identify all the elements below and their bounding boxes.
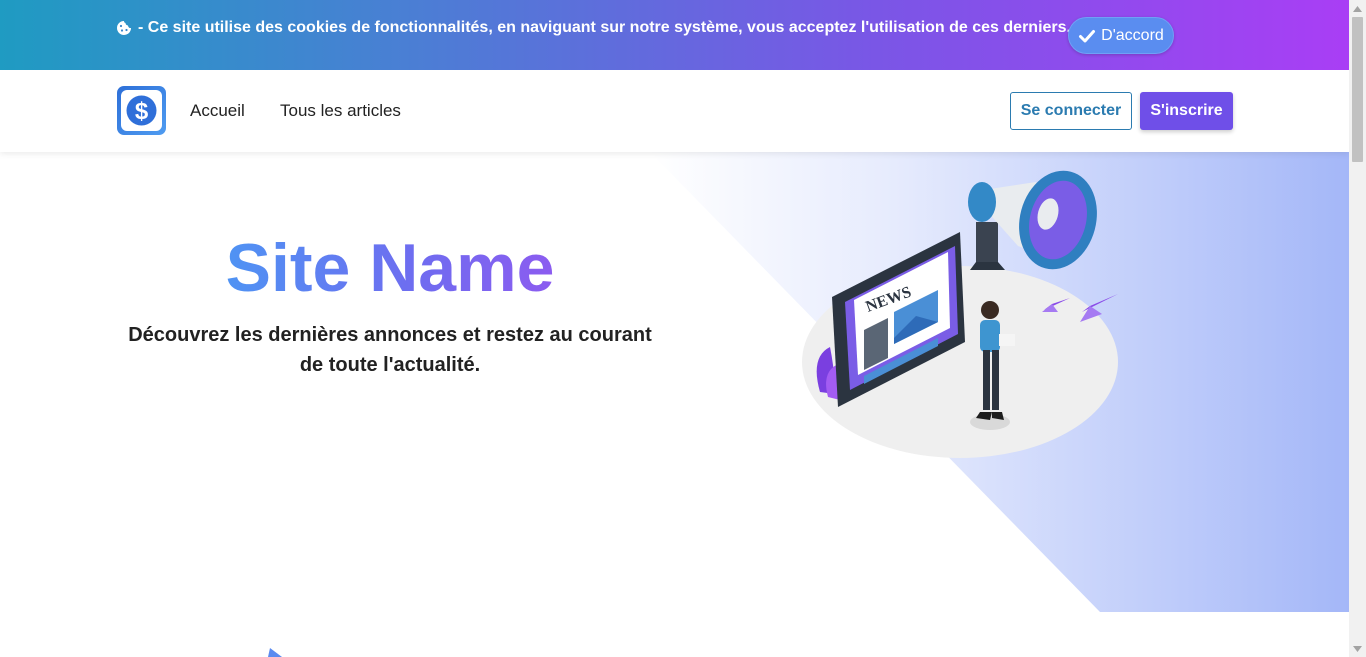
scroll-up-arrow-icon[interactable] bbox=[1349, 0, 1366, 17]
scroll-thumb[interactable] bbox=[1352, 17, 1363, 162]
cookie-message: - Ce site utilise des cookies de fonctio… bbox=[138, 19, 1071, 36]
page-viewport: - Ce site utilise des cookies de fonctio… bbox=[0, 0, 1349, 657]
register-button[interactable]: S'inscrire bbox=[1140, 92, 1233, 130]
scroll-down-arrow-icon[interactable] bbox=[1349, 640, 1366, 657]
dollar-logo-icon[interactable]: $ bbox=[117, 86, 166, 135]
news-megaphone-illustration: NEWS bbox=[802, 170, 1118, 458]
login-button[interactable]: Se connecter bbox=[1010, 92, 1132, 130]
hero-background bbox=[650, 152, 1349, 612]
decorative-shape bbox=[268, 648, 282, 657]
nav-link-home[interactable]: Accueil bbox=[190, 101, 245, 121]
cookie-accept-button[interactable]: D'accord bbox=[1068, 17, 1174, 54]
nav-link-all-articles[interactable]: Tous les articles bbox=[280, 101, 401, 121]
cookie-banner: - Ce site utilise des cookies de fonctio… bbox=[0, 0, 1349, 70]
navbar: $ Accueil Tous les articles Se connecter… bbox=[0, 70, 1349, 152]
check-icon bbox=[1079, 29, 1096, 42]
cookie-accept-label: D'accord bbox=[1101, 26, 1164, 44]
hero-section: Site Name Découvrez les dernières annonc… bbox=[0, 152, 1349, 612]
page-scrollbar[interactable] bbox=[1349, 0, 1366, 657]
hero-subtitle: Découvrez les dernières annonces et rest… bbox=[128, 324, 652, 376]
cookie-icon bbox=[117, 21, 131, 35]
svg-text:$: $ bbox=[135, 98, 149, 125]
hero-title: Site Name bbox=[120, 228, 660, 308]
